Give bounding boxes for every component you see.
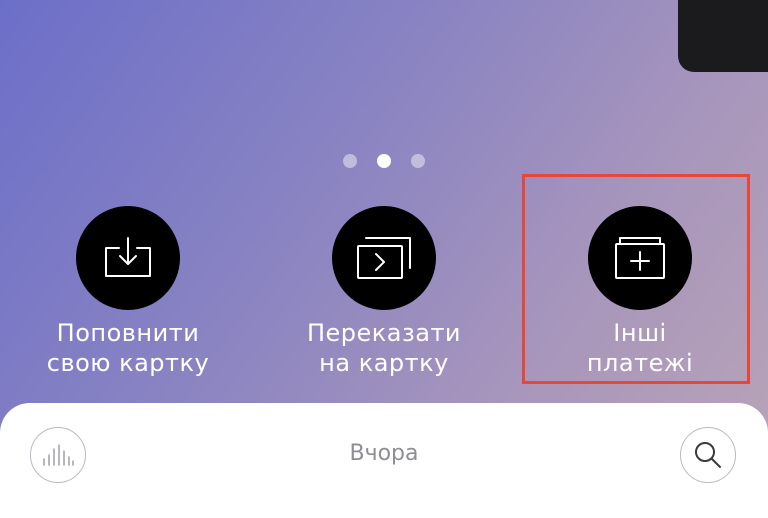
topup-card-button[interactable]: Поповнити свою картку [18, 206, 238, 378]
transactions-sheet: Вчора [0, 403, 768, 518]
topup-label-line2: свою картку [46, 349, 210, 377]
page-indicator [0, 154, 768, 168]
sheet-date-title: Вчора [349, 441, 419, 466]
transfer-to-card-label: Переказати на картку [307, 318, 461, 378]
download-icon [105, 237, 151, 277]
transfer-label-line1: Переказати [306, 319, 462, 347]
page-dot-3[interactable] [411, 154, 425, 168]
transfer-to-card-button[interactable]: Переказати на картку [274, 206, 494, 378]
page-dot-2-active[interactable] [377, 154, 391, 168]
search-button[interactable] [680, 427, 736, 483]
transfer-circle[interactable] [332, 206, 436, 310]
search-icon [695, 442, 721, 468]
topup-label-line1: Поповнити [56, 319, 200, 347]
card-preview-corner[interactable] [678, 0, 768, 72]
transfer-label-line2: на картку [319, 349, 449, 377]
highlight-box [522, 174, 750, 384]
page-dot-1[interactable] [343, 154, 357, 168]
topup-circle[interactable] [76, 206, 180, 310]
topup-card-label: Поповнити свою картку [47, 318, 209, 378]
transfer-icon [357, 237, 411, 279]
